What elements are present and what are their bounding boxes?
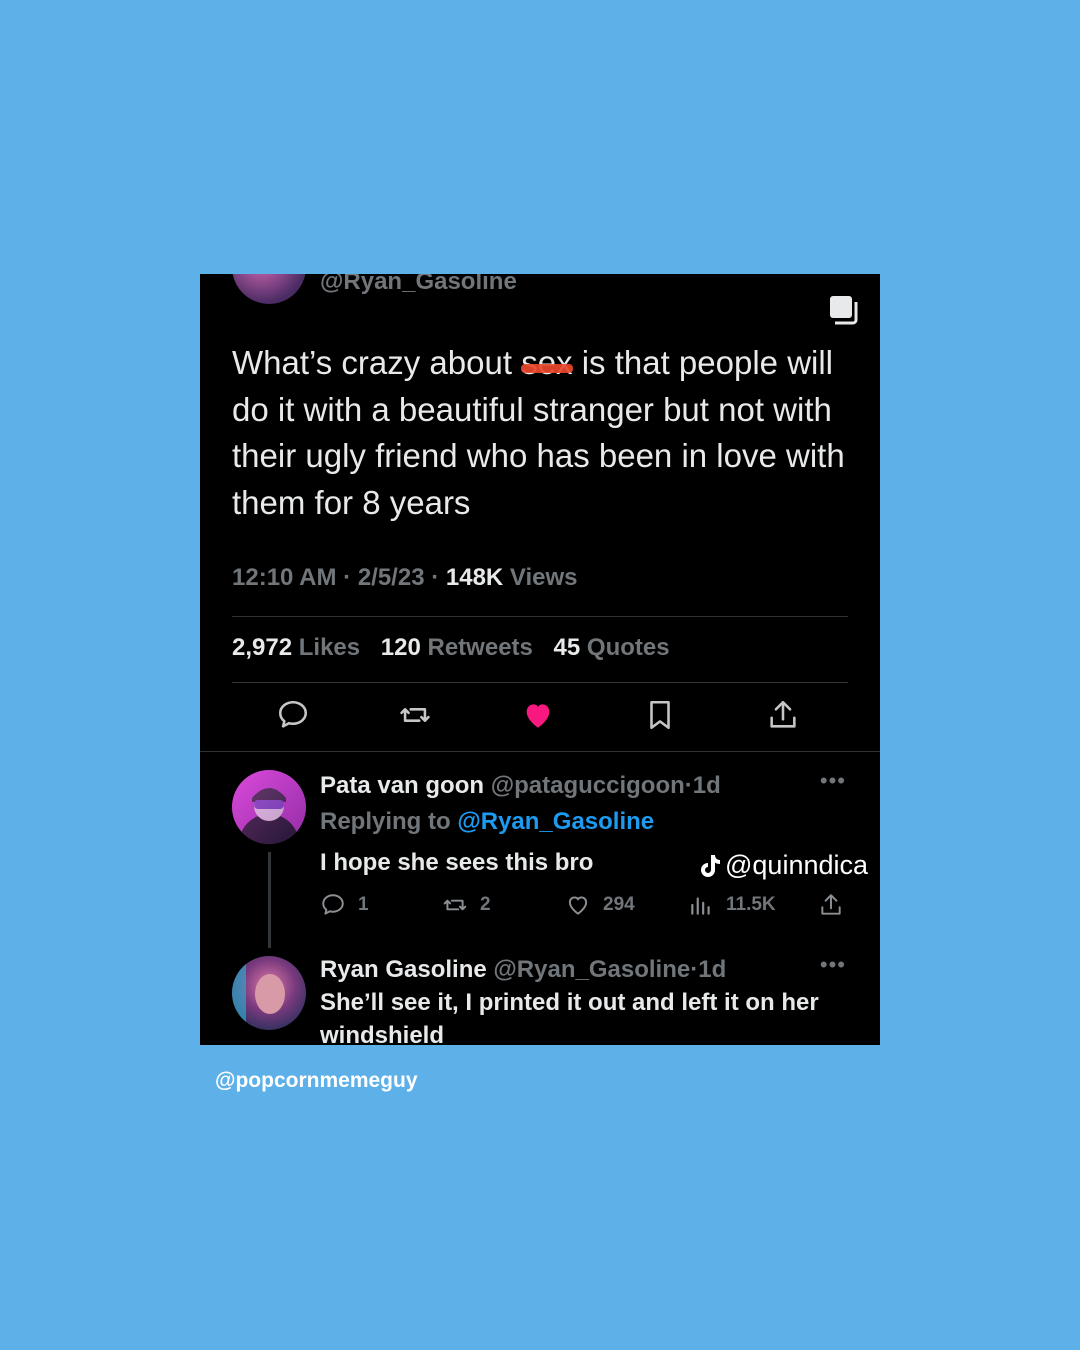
retweets-count[interactable]: 120: [381, 634, 421, 661]
reply-author-name[interactable]: Ryan Gasoline: [320, 956, 487, 983]
watermark-handle: @quinndica: [725, 850, 869, 880]
quotes-label[interactable]: Quotes: [587, 634, 670, 661]
retweet-count: 2: [480, 894, 491, 915]
reply-share-action[interactable]: [818, 892, 844, 918]
engagement-stats: 2,972 Likes 120 Retweets 45 Quotes: [232, 634, 670, 662]
reply-text: She’ll see it, I printed it out and left…: [320, 989, 819, 1045]
author-handle[interactable]: @Ryan_Gasoline: [320, 274, 517, 296]
reply-avatar[interactable]: [232, 956, 306, 1030]
tweet-meta: 12:10 AM · 2/5/23 · 148K Views: [232, 564, 578, 591]
likes-count[interactable]: 2,972: [232, 634, 292, 661]
reply-author-handle[interactable]: @Ryan_Gasoline: [493, 956, 690, 983]
author-avatar[interactable]: [232, 274, 306, 304]
retweet-icon: [443, 899, 467, 911]
reply-icon: [322, 894, 344, 915]
reply-item[interactable]: Ryan Gasoline @Ryan_Gasoline·1d ••• She’…: [200, 932, 880, 1045]
redacted-word: sex: [521, 340, 573, 387]
share-icon: [821, 894, 841, 915]
reply-retweet-action[interactable]: 2: [442, 892, 491, 918]
reply-count: 1: [358, 894, 369, 915]
retweets-label[interactable]: Retweets: [428, 634, 533, 661]
retweet-icon[interactable]: [398, 698, 432, 732]
bookmark-icon[interactable]: [643, 698, 677, 732]
quotes-count[interactable]: 45: [554, 634, 581, 661]
tiktok-icon: [701, 854, 720, 877]
heart-filled-icon[interactable]: [521, 698, 555, 732]
tiktok-watermark: @quinndica: [697, 850, 868, 881]
reply-actions: 1 2 294 11.5K: [320, 892, 860, 922]
reply-item[interactable]: Pata van goon @pataguccigoon·1d ••• Repl…: [200, 752, 880, 948]
analytics-icon: [691, 897, 710, 915]
like-count: 294: [603, 894, 635, 915]
reply-icon[interactable]: [276, 698, 310, 732]
tweet-card: @Ryan_Gasoline What’s crazy about sex is…: [200, 274, 880, 1045]
reply-views-action[interactable]: 11.5K: [688, 892, 776, 918]
replying-prefix: Replying to: [320, 808, 451, 835]
more-options-icon[interactable]: •••: [820, 768, 846, 794]
replying-to-link[interactable]: @Ryan_Gasoline: [457, 808, 654, 835]
copy-icon[interactable]: [828, 294, 860, 326]
reply-age: 1d: [698, 956, 727, 983]
reply-header: Ryan Gasoline @Ryan_Gasoline·1d: [320, 956, 727, 983]
replying-to: Replying to @Ryan_Gasoline: [320, 808, 654, 836]
views-label[interactable]: Views: [510, 564, 578, 591]
tweet-text: What’s crazy about sex is that people wi…: [232, 340, 852, 526]
reply-like-action[interactable]: 294: [565, 892, 635, 918]
divider: [232, 682, 848, 683]
tweet-date: 2/5/23: [357, 564, 425, 591]
credit-handle: @popcornmemeguy: [215, 1069, 418, 1092]
reply-reply-action[interactable]: 1: [320, 892, 369, 918]
more-options-icon[interactable]: •••: [820, 952, 846, 978]
tweet-text-start: What’s crazy about: [232, 344, 522, 381]
views-count: 11.5K: [726, 894, 776, 915]
likes-label[interactable]: Likes: [299, 634, 360, 661]
views-count: 148K: [445, 564, 504, 591]
reply-author-handle[interactable]: @pataguccigoon: [491, 772, 685, 799]
share-icon[interactable]: [766, 698, 800, 732]
reply-author-name[interactable]: Pata van goon: [320, 772, 484, 799]
reply-age: 1d: [692, 772, 721, 799]
tweet-time: 12:10 AM: [232, 564, 337, 591]
divider: [232, 616, 848, 617]
reply-header: Pata van goon @pataguccigoon·1d: [320, 772, 721, 799]
reply-avatar[interactable]: [232, 770, 306, 844]
tweet-actions: [200, 698, 880, 738]
heart-icon: [568, 896, 588, 915]
